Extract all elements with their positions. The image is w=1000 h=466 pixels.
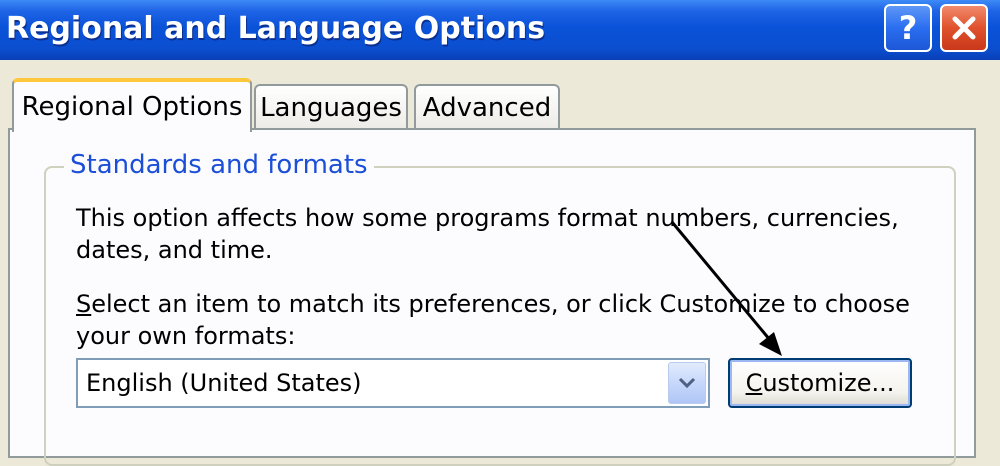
description-text: This option affects how some programs fo… <box>76 204 899 264</box>
tab-regional-options-label: Regional Options <box>21 92 243 122</box>
customize-button[interactable]: Customize... <box>728 358 912 408</box>
dropdown-button[interactable] <box>668 362 706 404</box>
customize-button-label: ustomize... <box>762 369 895 397</box>
group-title: Standards and formats <box>64 148 374 182</box>
tab-languages[interactable]: Languages <box>254 84 408 130</box>
locale-select-value: English (United States) <box>86 369 362 397</box>
close-button[interactable] <box>940 4 988 52</box>
close-icon <box>952 16 976 40</box>
instruction-mnemonic: S <box>76 290 92 318</box>
dialog-body: Regional Options Languages Advanced Stan… <box>0 60 1000 466</box>
instruction-text-rest: elect an item to match its preferences, … <box>76 290 910 350</box>
tab-advanced-label: Advanced <box>422 93 552 123</box>
locale-select[interactable]: English (United States) <box>76 358 710 408</box>
instruction-text: Select an item to match its preferences,… <box>76 288 936 352</box>
standards-and-formats-group: Standards and formats This option affect… <box>44 148 956 466</box>
window-title: Regional and Language Options <box>6 11 546 46</box>
help-button-label: ? <box>898 9 918 47</box>
title-bar[interactable]: Regional and Language Options ? <box>0 0 1000 60</box>
tab-regional-options[interactable]: Regional Options <box>12 78 252 132</box>
tab-languages-label: Languages <box>260 93 402 123</box>
help-button[interactable]: ? <box>884 4 932 52</box>
customize-mnemonic: C <box>745 369 763 397</box>
tab-advanced[interactable]: Advanced <box>414 84 560 130</box>
tab-panel: Standards and formats This option affect… <box>8 128 976 466</box>
chevron-down-icon <box>678 377 696 389</box>
